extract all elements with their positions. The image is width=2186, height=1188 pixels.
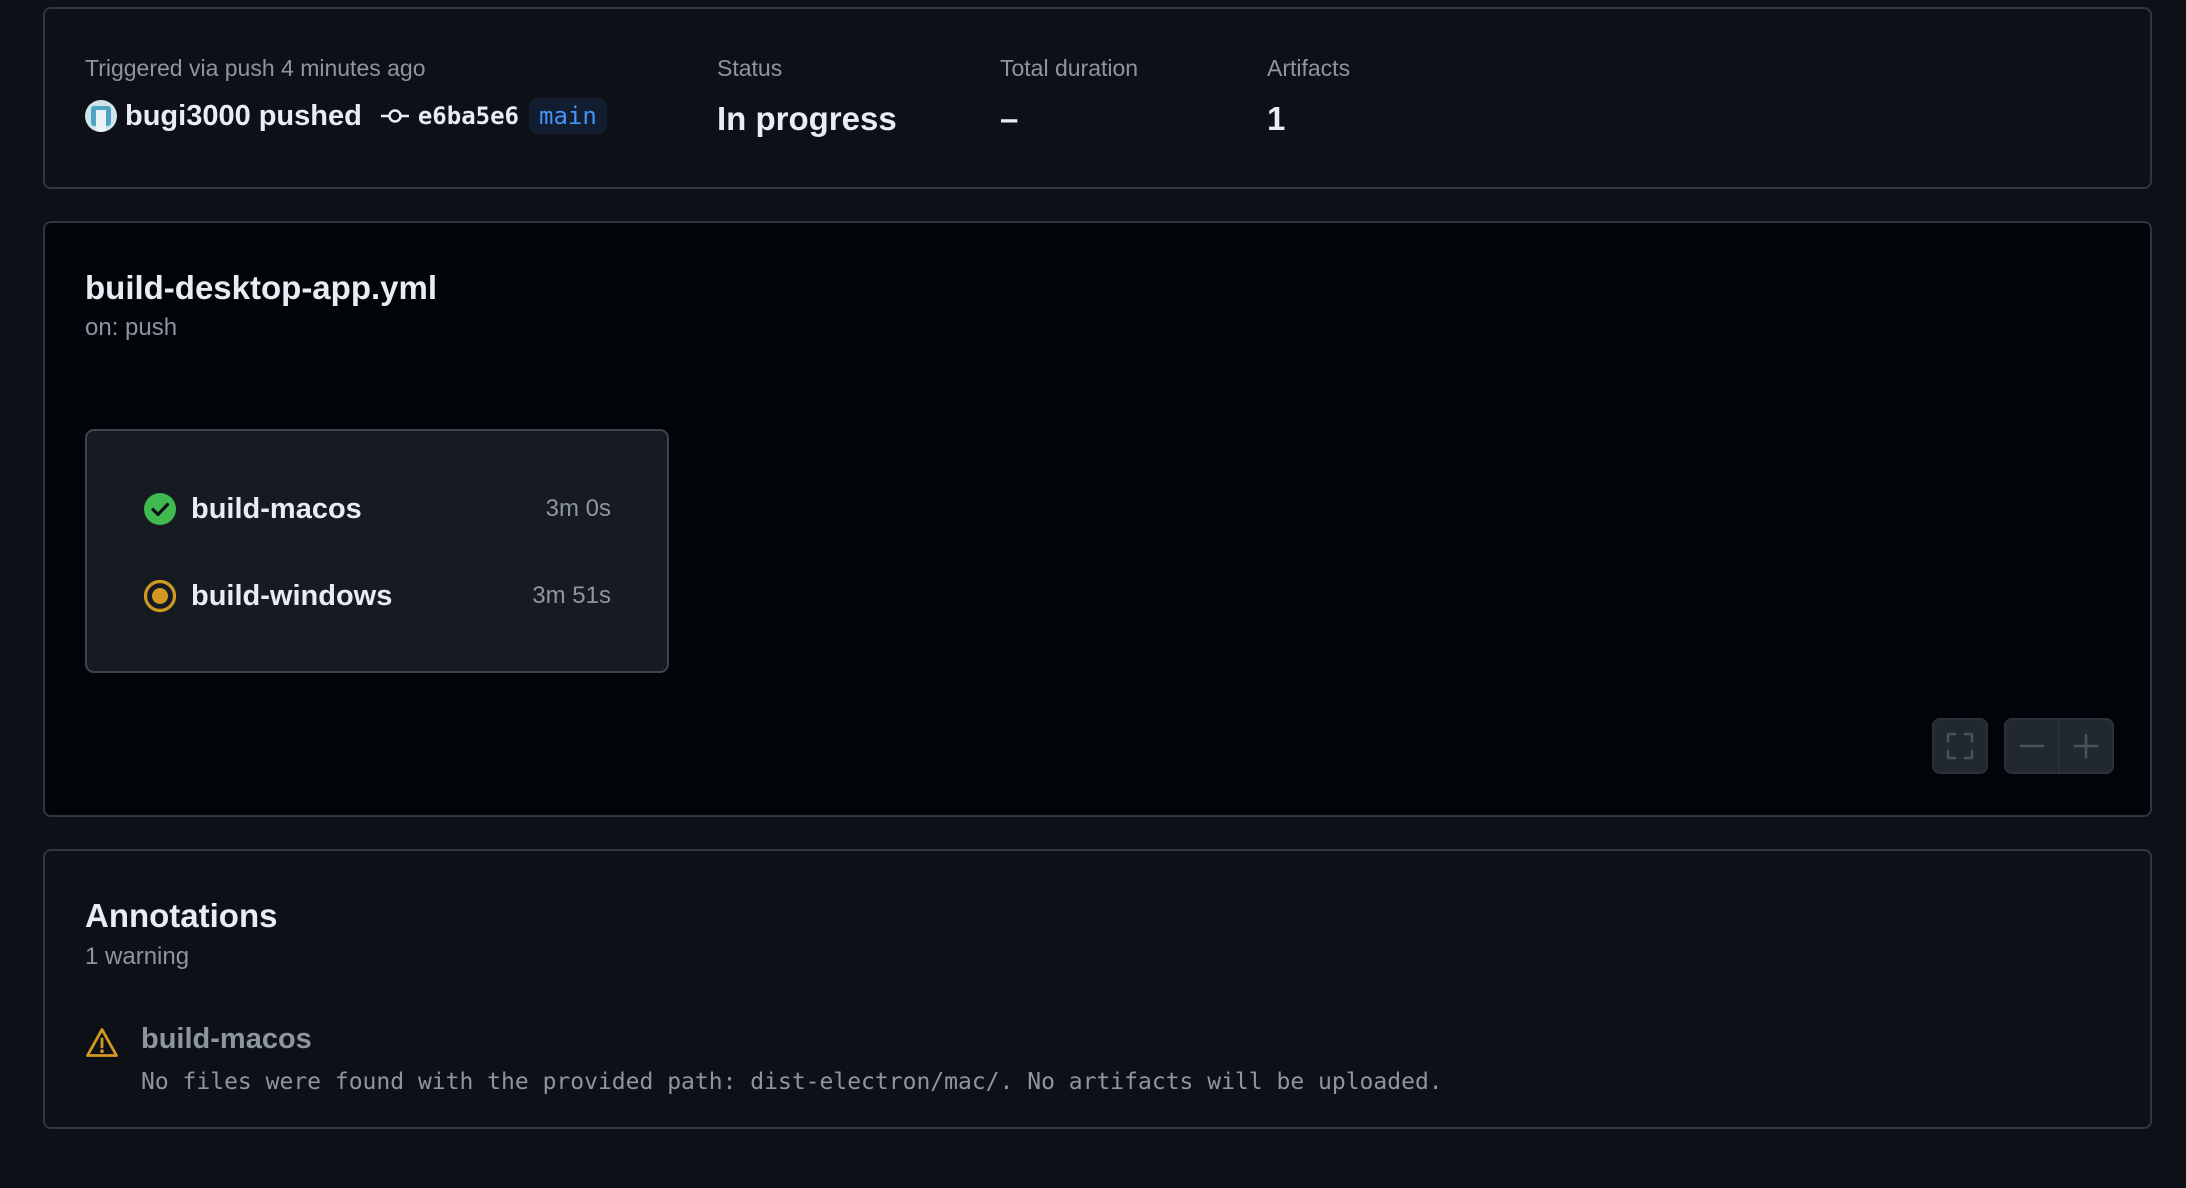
actor-link[interactable]: bugi3000 — [125, 100, 251, 133]
duration-value: – — [1000, 100, 1019, 137]
action-text: pushed — [258, 99, 362, 132]
artifacts-column: Artifacts 1 — [1267, 53, 1350, 139]
job-name: build-windows — [191, 579, 393, 612]
workflow-trigger: on: push — [85, 314, 178, 341]
job-item-build-macos[interactable]: build-macos 3m 0s — [143, 487, 611, 531]
trigger-label: Triggered via push 4 minutes ago — [85, 55, 426, 81]
annotation-message: No files were found with the provided pa… — [141, 1069, 1443, 1095]
git-commit-icon — [380, 109, 409, 123]
fullscreen-button[interactable] — [1932, 718, 1988, 774]
job-name: build-macos — [191, 492, 362, 525]
annotations-card: Annotations 1 warning build-macos No fil… — [43, 849, 2152, 1129]
zoom-in-button[interactable] — [2058, 718, 2114, 774]
trigger-info: Triggered via push 4 minutes ago bugi300… — [85, 53, 607, 137]
status-label: Status — [717, 55, 783, 81]
workflow-graph-card: build-desktop-app.yml on: push build-mac… — [43, 221, 2152, 817]
artifacts-label: Artifacts — [1267, 55, 1351, 81]
annotations-summary: 1 warning — [85, 943, 190, 970]
branch-badge[interactable]: main — [529, 98, 607, 134]
duration-label: Total duration — [1000, 55, 1139, 81]
run-summary-card: Triggered via push 4 minutes ago bugi300… — [43, 7, 2152, 189]
in-progress-icon — [143, 579, 177, 613]
zoom-out-button[interactable] — [2004, 718, 2060, 774]
workflow-file-name: build-desktop-app.yml — [85, 269, 438, 306]
status-column: Status In progress — [717, 53, 897, 139]
check-circle-icon — [144, 493, 176, 525]
warning-icon — [86, 1028, 118, 1057]
trigger-row: bugi3000 pushed e6ba5e6 main — [85, 95, 607, 137]
avatar[interactable] — [85, 100, 117, 132]
zoom-in-icon — [2073, 733, 2099, 759]
jobs-group: build-macos 3m 0s build-windows 3m 51s — [85, 429, 669, 673]
annotation-job-link[interactable]: build-macos — [141, 1023, 312, 1056]
job-duration: 3m 51s — [532, 582, 611, 609]
job-duration: 3m 0s — [545, 495, 611, 522]
fullscreen-icon — [1946, 732, 1974, 760]
commit-sha-link[interactable]: e6ba5e6 — [418, 102, 519, 130]
duration-column: Total duration – — [1000, 53, 1138, 139]
job-item-build-windows[interactable]: build-windows 3m 51s — [143, 574, 611, 618]
status-value: In progress — [717, 100, 897, 137]
annotations-title: Annotations — [85, 897, 278, 934]
artifacts-value[interactable]: 1 — [1267, 99, 1350, 139]
zoom-out-icon — [2019, 744, 2045, 748]
